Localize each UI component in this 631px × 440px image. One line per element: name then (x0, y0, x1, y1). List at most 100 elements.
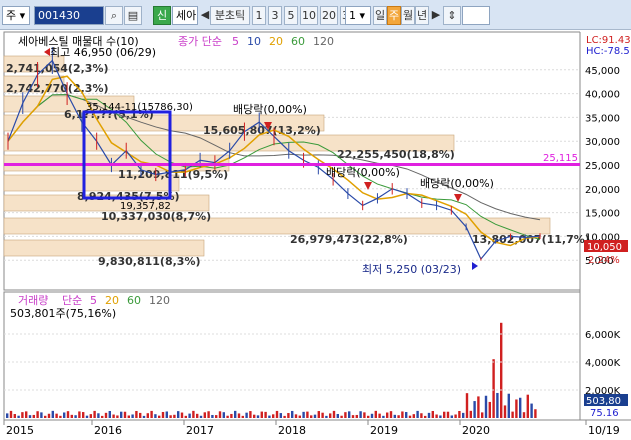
volume-bar (389, 411, 393, 418)
volume-bar (51, 410, 54, 418)
volume-bar (211, 414, 214, 418)
volume-bar (13, 414, 16, 418)
volume-bar (97, 413, 100, 418)
interval-button-20[interactable]: 20 (320, 6, 338, 25)
volume-bar (120, 411, 123, 418)
volume-profile-label: 2,742,770(2,3%) (6, 82, 109, 95)
period-button-3[interactable]: 년 (415, 6, 429, 25)
volume-bar (93, 410, 96, 418)
volume-badge-value: 503,80 (586, 396, 621, 407)
volume-ma-period-label: 120 (149, 294, 170, 307)
ma-period-label: 10 (247, 35, 261, 48)
y-tick-label: 20,000 (585, 185, 620, 196)
period-button-2[interactable]: 월 (401, 6, 415, 25)
new-badge[interactable]: 신 (153, 6, 171, 25)
volume-bar (291, 410, 294, 418)
volume-bar (378, 413, 381, 418)
volume-profile-label: 15,605,807(13,2%) (203, 124, 321, 137)
volume-bar (416, 410, 419, 418)
volume-profile-label: 9,830,811(8,3%) (98, 255, 201, 268)
volume-bar (123, 411, 127, 418)
volume-bar (260, 411, 263, 418)
period-button-0[interactable]: 일 (373, 6, 387, 25)
volume-bar (306, 411, 309, 418)
arrow-toggle-icon[interactable]: ⇕ (443, 6, 461, 25)
x-axis-label: 2018 (278, 424, 306, 437)
volume-bar (177, 411, 180, 418)
y-tick-label: 35,000 (585, 113, 620, 124)
volume-bar (78, 411, 81, 418)
volume-bar (180, 412, 184, 418)
volume-y-tick: 6,000K (585, 330, 621, 341)
prev-arrow[interactable]: ◀ (200, 6, 210, 25)
volume-bar (116, 415, 119, 418)
volume-bar (25, 411, 28, 418)
toolbar: 주 ▾ 001430 ⌕ ▤ 신 세아 ◀ 분초틱 135102030 1 ▾ … (0, 0, 631, 30)
volume-bar (439, 415, 442, 418)
stock-name: 세아 (172, 6, 198, 25)
interval-button-10[interactable]: 10 (300, 6, 318, 25)
y-tick-label: 45,000 (585, 66, 620, 77)
volume-bar (511, 411, 514, 418)
volume-bar (21, 412, 24, 418)
volume-bar (249, 411, 252, 418)
y-tick-label: 15,000 (585, 209, 620, 220)
volume-bar (230, 413, 233, 418)
dividend-label-1: 배당락(0,00%) (233, 103, 307, 116)
interval-button-1[interactable]: 1 (252, 6, 266, 25)
volume-bar (450, 415, 453, 418)
volume-ma-period-label: 60 (127, 294, 141, 307)
volume-bar (310, 415, 313, 418)
volume-bar (196, 413, 199, 418)
volume-bar (344, 412, 347, 418)
volume-bar (348, 411, 351, 418)
volume-bar (104, 412, 108, 418)
volume-bar (370, 413, 374, 418)
chart-type-button[interactable]: 분초틱 (210, 6, 250, 25)
volume-bar (154, 414, 157, 418)
search-icon[interactable]: ⌕ (105, 6, 123, 25)
volume-bar (264, 411, 267, 418)
volume-profile-label: 2,741,054(2,3%) (6, 62, 109, 75)
volume-bar (325, 415, 328, 418)
volume-bar (272, 414, 275, 418)
code-input[interactable]: 001430 (34, 6, 104, 25)
market-select[interactable]: 주 ▾ (2, 6, 30, 25)
volume-bar (321, 412, 324, 418)
volume-bar (481, 412, 484, 418)
volume-bar (275, 410, 279, 418)
box-annotation-top: 35,144-11(15786,30) (86, 102, 193, 113)
high-label: 최고 46,950 (06/29) (50, 46, 156, 59)
interval-button-5[interactable]: 5 (284, 6, 298, 25)
volume-bar (473, 401, 476, 418)
volume-bar (519, 397, 522, 418)
volume-bar (28, 415, 32, 418)
volume-bar (234, 410, 237, 418)
period-button-1[interactable]: 주 (387, 6, 401, 25)
volume-bar (336, 413, 339, 418)
volume-bar (245, 412, 248, 418)
hc-label: HC:-78.5 (586, 46, 630, 57)
volume-bar (386, 412, 389, 418)
volume-bar (40, 412, 43, 418)
low-label: 최저 5,250 (03/23) (362, 263, 461, 276)
interval-button-3[interactable]: 3 (268, 6, 282, 25)
count-input[interactable]: 1 ▾ (345, 6, 371, 25)
volume-bar (70, 414, 73, 418)
chart-area[interactable]: 2,741,054(2,3%)2,742,770(2,3%)6,1??,??(5… (0, 30, 631, 440)
volume-bar (492, 359, 495, 418)
volume-bar (169, 415, 172, 418)
volume-bar (74, 415, 77, 418)
zoom-icon[interactable]: ▤ (124, 6, 142, 25)
extra-input[interactable] (462, 6, 490, 25)
volume-bar (397, 415, 400, 418)
y-tick-label: 30,000 (585, 137, 620, 148)
volume-bar (203, 412, 206, 418)
x-axis-label: 2015 (6, 424, 34, 437)
next-arrow[interactable]: ▶ (431, 6, 441, 25)
volume-bar (131, 414, 134, 418)
volume-bar (256, 415, 260, 418)
volume-bar (408, 415, 412, 418)
volume-bar (298, 415, 301, 418)
volume-bar (534, 409, 537, 418)
